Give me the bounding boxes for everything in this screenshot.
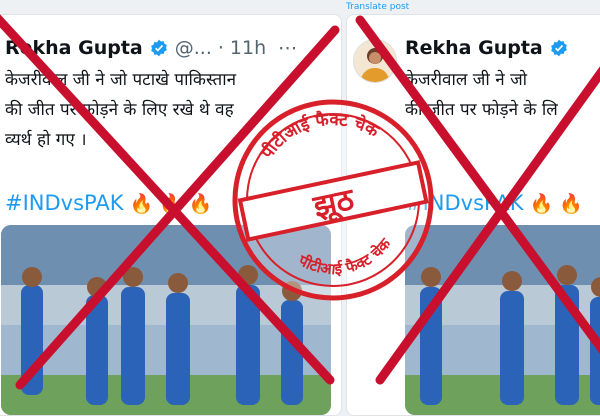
- separator-dot: ·: [217, 37, 224, 59]
- fire-emoji-icon: 🔥: [559, 192, 583, 215]
- author-name[interactable]: Rekha Gupta: [5, 37, 143, 59]
- post-text-line: केजरीवाल जी ने जो पटाखे पाकिस्तान: [5, 70, 237, 90]
- fire-emoji-icon: 🔥: [529, 192, 554, 215]
- fact-check-stamp: पीटीआई फैक्ट चेक झूठ पीटीआई फैक्ट चेक: [232, 97, 434, 301]
- more-options-icon[interactable]: ⋯: [278, 37, 297, 59]
- post-text-line: केजरीवाल जी ने जो: [405, 70, 528, 90]
- fire-emoji-icon: 🔥: [188, 192, 213, 215]
- hashtag-row: #INDvsPAK 🔥 🔥 🔥: [5, 191, 213, 215]
- verified-badge-icon: [550, 39, 567, 57]
- fire-emoji-icon: 🔥: [159, 192, 183, 215]
- post-time[interactable]: 11h: [230, 37, 266, 59]
- hashtag-link[interactable]: #INDvsPAK: [5, 191, 124, 215]
- verified-badge-icon: [150, 39, 167, 57]
- post-text-line: व्यर्थ हो गए ।: [5, 130, 87, 150]
- author-avatar[interactable]: [353, 39, 397, 83]
- post-text-line: की जीत पर फोड़ने के लिए रखे थे वह: [5, 100, 234, 120]
- fire-emoji-icon: 🔥: [129, 192, 154, 215]
- translate-post-link[interactable]: Translate post: [346, 0, 409, 14]
- author-name[interactable]: Rekha Gupta: [405, 37, 543, 59]
- tweet-header: Rekha Gupta: [405, 37, 569, 59]
- post-text: केजरीवाल जी ने जो पटाखे पाकिस्तान की जीत…: [5, 65, 236, 155]
- tweet-header: Rekha Gupta @... · 11h ⋯: [5, 37, 297, 59]
- avatar-image: [354, 40, 396, 82]
- author-handle[interactable]: @...: [175, 37, 212, 59]
